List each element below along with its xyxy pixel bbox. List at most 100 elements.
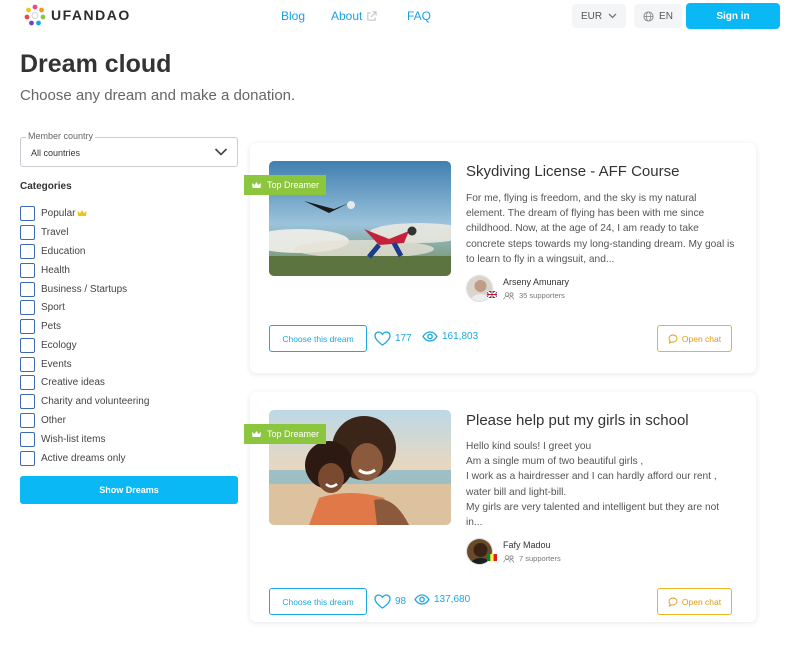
category-health[interactable]: Health <box>20 263 70 278</box>
category-label: Business / Startups <box>41 284 128 295</box>
checkbox[interactable] <box>20 375 35 390</box>
author-name: Fafy Madou <box>503 540 551 550</box>
flag-senegal-icon <box>487 554 497 561</box>
crown-icon <box>252 181 261 188</box>
likes-count: 177 <box>395 333 412 344</box>
category-charity[interactable]: Charity and volunteering <box>20 394 149 409</box>
nav-about-label: About <box>331 9 363 23</box>
show-dreams-button[interactable]: Show Dreams <box>20 476 238 504</box>
top-dreamer-badge: Top Dreamer <box>244 424 327 444</box>
external-link-icon <box>367 10 377 21</box>
crown-icon <box>77 210 87 216</box>
language-value: EN <box>659 10 673 22</box>
category-pets[interactable]: Pets <box>20 319 61 334</box>
currency-select[interactable]: EUR <box>572 4 626 28</box>
heart-icon <box>374 594 391 609</box>
category-events[interactable]: Events <box>20 357 72 372</box>
supporters-count: 35 supporters <box>503 291 565 300</box>
checkbox[interactable] <box>20 244 35 259</box>
page-subtitle: Choose any dream and make a donation. <box>20 87 296 104</box>
logo[interactable]: UFANDAO <box>24 4 131 26</box>
checkbox[interactable] <box>20 300 35 315</box>
views-count: 161,803 <box>442 331 479 342</box>
category-creative-ideas[interactable]: Creative ideas <box>20 375 105 390</box>
choose-dream-button[interactable]: Choose this dream <box>269 325 367 352</box>
eye-icon <box>414 594 430 605</box>
checkbox[interactable] <box>20 319 35 334</box>
chat-icon <box>668 597 678 607</box>
supporters-label: 7 supporters <box>519 554 561 563</box>
category-popular[interactable]: Popular <box>20 206 87 221</box>
supporters-count: 7 supporters <box>503 554 561 563</box>
checkbox[interactable] <box>20 451 35 466</box>
badge-label: Top Dreamer <box>267 180 320 190</box>
categories-title: Categories <box>20 181 72 192</box>
category-label: Health <box>41 265 70 276</box>
category-travel[interactable]: Travel <box>20 225 68 240</box>
supporters-label: 35 supporters <box>519 291 565 300</box>
views-count: 137,680 <box>434 594 471 605</box>
author-name: Arseny Amunary <box>503 277 570 287</box>
category-wish-list[interactable]: Wish-list items <box>20 432 105 447</box>
open-chat-button[interactable]: Open chat <box>657 325 732 352</box>
category-label: Travel <box>41 227 69 238</box>
users-icon <box>503 291 514 300</box>
description-line: For me, flying is freedom, and the sky i… <box>466 193 735 265</box>
checkbox[interactable] <box>20 338 35 353</box>
logo-icon <box>24 4 46 26</box>
open-chat-button[interactable]: Open chat <box>657 588 732 615</box>
choose-dream-button[interactable]: Choose this dream <box>269 588 367 615</box>
category-sport[interactable]: Sport <box>20 300 65 315</box>
checkbox[interactable] <box>20 394 35 409</box>
category-education[interactable]: Education <box>20 244 85 259</box>
likes-counter[interactable]: 98 <box>374 594 406 609</box>
category-label: Education <box>41 246 86 257</box>
category-label: Pets <box>41 321 62 332</box>
checkbox[interactable] <box>20 357 35 372</box>
open-chat-label: Open chat <box>681 333 722 344</box>
nav-faq-link[interactable]: FAQ <box>407 9 431 23</box>
dream-card: Top Dreamer Please help put my girls in … <box>244 392 756 622</box>
checkbox[interactable] <box>20 225 35 240</box>
category-label: Popular <box>41 208 76 219</box>
logo-text: UFANDAO <box>51 7 131 23</box>
dream-title[interactable]: Skydiving License - AFF Course <box>466 163 679 180</box>
crown-icon <box>252 430 261 437</box>
category-label: Events <box>41 359 72 370</box>
chevron-down-icon <box>214 148 228 156</box>
member-country-select[interactable]: Member country All countries <box>20 131 238 167</box>
currency-value: EUR <box>580 10 603 22</box>
likes-counter[interactable]: 177 <box>374 331 412 346</box>
eye-icon <box>422 331 438 342</box>
dream-description: For me, flying is freedom, and the sky i… <box>466 191 738 267</box>
page-title: Dream cloud <box>20 50 172 78</box>
nav-blog-link[interactable]: Blog <box>281 9 305 23</box>
chat-icon <box>668 334 678 344</box>
sign-in-button[interactable]: Sign in <box>686 3 780 29</box>
category-business-startups[interactable]: Business / Startups <box>20 282 127 297</box>
open-chat-label: Open chat <box>681 596 722 607</box>
category-label: Other <box>41 415 67 426</box>
category-label: Charity and volunteering <box>41 396 150 407</box>
nav-about-link[interactable]: About <box>331 9 377 23</box>
dream-title[interactable]: Please help put my girls in school <box>466 412 689 429</box>
checkbox[interactable] <box>20 263 35 278</box>
category-other[interactable]: Other <box>20 413 66 428</box>
views-counter: 161,803 <box>422 331 478 342</box>
flag-uk-icon <box>487 291 497 298</box>
checkbox[interactable] <box>20 282 35 297</box>
category-label: Active dreams only <box>41 453 126 464</box>
chevron-down-icon <box>608 13 617 19</box>
description-line: I work as a hairdresser and I can hardly… <box>466 471 717 498</box>
category-label: Ecology <box>41 340 77 351</box>
description-line: Am a single mum of two beautiful girls , <box>466 456 644 468</box>
dream-card: Top Dreamer Skydiving License - AFF Cour… <box>244 143 756 373</box>
language-select[interactable]: EN <box>634 4 682 28</box>
description-line: Hello kind souls! I greet you <box>466 441 592 452</box>
checkbox[interactable] <box>20 432 35 447</box>
checkbox[interactable] <box>20 206 35 221</box>
badge-label: Top Dreamer <box>267 429 320 439</box>
category-active-only[interactable]: Active dreams only <box>20 451 125 466</box>
checkbox[interactable] <box>20 413 35 428</box>
category-ecology[interactable]: Ecology <box>20 338 77 353</box>
